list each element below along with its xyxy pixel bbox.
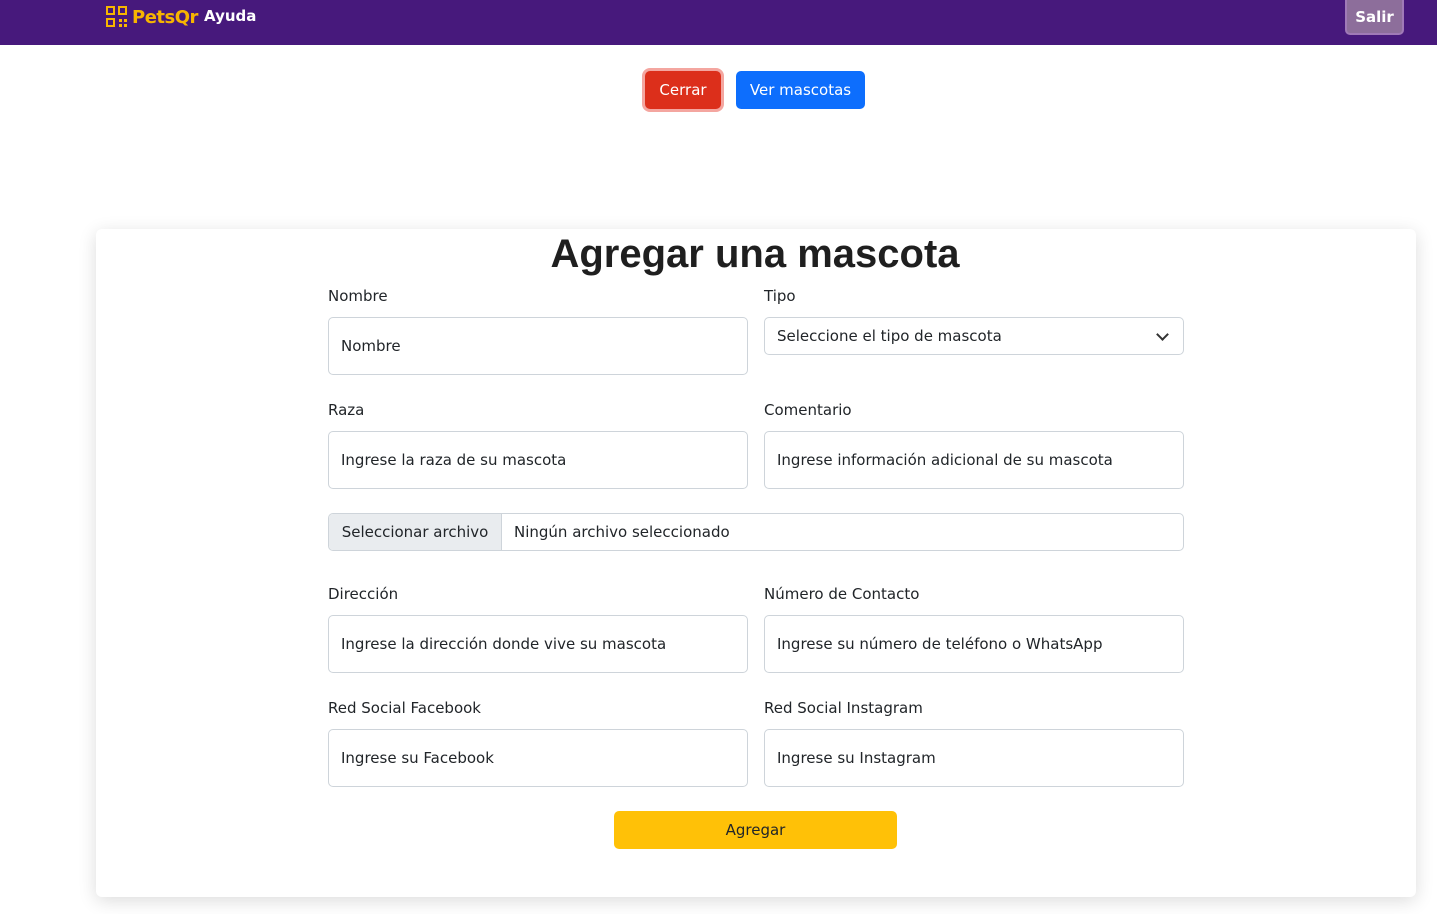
nav-link-help[interactable]: Ayuda: [204, 7, 256, 25]
logout-button[interactable]: Salir: [1345, 0, 1404, 35]
qr-code-icon: [106, 6, 128, 28]
brand-name: PetsQr: [132, 6, 198, 28]
name-input[interactable]: [328, 317, 748, 375]
chevron-down-icon: [1156, 328, 1169, 341]
facebook-label: Red Social Facebook: [328, 699, 481, 717]
instagram-input[interactable]: [764, 729, 1184, 787]
comment-input[interactable]: [764, 431, 1184, 489]
instagram-label: Red Social Instagram: [764, 699, 923, 717]
breed-input[interactable]: [328, 431, 748, 489]
breed-label: Raza: [328, 401, 365, 419]
file-status-text: Ningún archivo seleccionado: [514, 523, 730, 541]
add-pet-submit-button[interactable]: Agregar: [614, 811, 897, 849]
view-pets-button[interactable]: Ver mascotas: [736, 71, 865, 109]
address-input[interactable]: [328, 615, 748, 673]
contact-label: Número de Contacto: [764, 585, 920, 603]
file-upload-field[interactable]: Seleccionar archivo Ningún archivo selec…: [328, 513, 1184, 551]
page-title: Agregar una mascota: [550, 232, 960, 276]
top-navbar: PetsQr Ayuda Salir: [0, 0, 1437, 45]
brand-logo[interactable]: PetsQr: [106, 5, 198, 29]
add-pet-card: [96, 229, 1416, 897]
choose-file-button[interactable]: Seleccionar archivo: [329, 514, 502, 550]
type-label: Tipo: [764, 287, 796, 305]
close-button[interactable]: Cerrar: [645, 71, 721, 109]
type-select-value: Seleccione el tipo de mascota: [777, 327, 1002, 345]
facebook-input[interactable]: [328, 729, 748, 787]
contact-input[interactable]: [764, 615, 1184, 673]
comment-label: Comentario: [764, 401, 852, 419]
type-select[interactable]: Seleccione el tipo de mascota: [764, 317, 1184, 355]
address-label: Dirección: [328, 585, 399, 603]
name-label: Nombre: [328, 287, 388, 305]
